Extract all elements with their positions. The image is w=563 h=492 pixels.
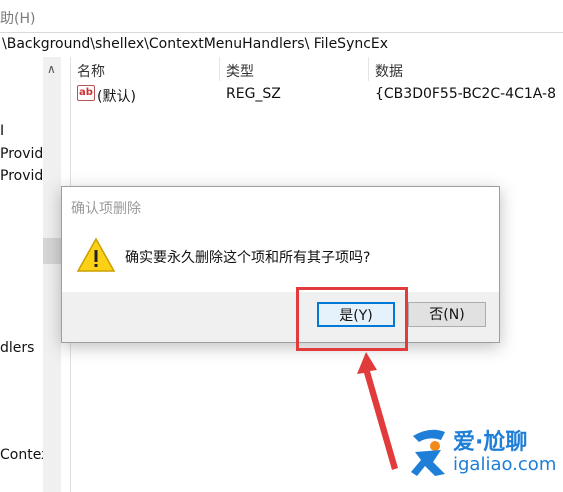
tree-scrollbar[interactable]: [43, 57, 61, 492]
warning-icon: [76, 237, 116, 272]
address-bar[interactable]: \Background\shellex\ContextMenuHandlers\…: [0, 32, 563, 58]
tree-item[interactable]: Provid: [0, 168, 43, 184]
address-path[interactable]: \Background\shellex\ContextMenuHandlers\…: [2, 36, 388, 52]
row-type: REG_SZ: [226, 86, 281, 102]
highlight-box: [296, 287, 408, 351]
dialog-title: 确认项删除: [71, 201, 141, 217]
watermark-line2: igaliao.com: [453, 454, 557, 475]
tree-item[interactable]: Provid: [0, 146, 43, 162]
confirm-delete-dialog: 确认项删除 确实要永久删除这个项和所有其子项吗? 是(Y) 否(N): [61, 186, 500, 343]
column-header-name[interactable]: 名称: [77, 61, 105, 81]
tree-item[interactable]: Contex: [0, 447, 49, 463]
scroll-thumb[interactable]: [43, 238, 61, 264]
row-name: (默认): [97, 89, 136, 105]
string-value-icon: ab: [77, 85, 95, 101]
column-separator[interactable]: [219, 57, 220, 81]
row-data: {CB3D0F55-BC2C-4C1A-8: [375, 86, 556, 102]
column-header-data[interactable]: 数据: [375, 61, 403, 81]
watermark-logo-icon: [411, 429, 445, 476]
tree-item[interactable]: I: [0, 123, 4, 139]
list-header: 名称 类型 数据: [71, 57, 563, 81]
dialog-message: 确实要永久删除这个项和所有其子项吗?: [125, 250, 371, 266]
tree-item[interactable]: dlers: [0, 340, 34, 356]
list-row[interactable]: ab (默认) REG_SZ {CB3D0F55-BC2C-4C1A-8: [71, 83, 563, 105]
column-header-type[interactable]: 类型: [226, 61, 254, 81]
menu-bar: 助(H): [0, 0, 563, 30]
menu-help[interactable]: 助(H): [0, 8, 35, 28]
watermark: 爱·尬聊 igaliao.com: [405, 422, 560, 484]
column-separator[interactable]: [368, 57, 369, 81]
watermark-line1: 爱·尬聊: [453, 430, 528, 455]
scroll-up-icon[interactable]: ∧: [47, 62, 56, 76]
no-button[interactable]: 否(N): [408, 302, 486, 327]
